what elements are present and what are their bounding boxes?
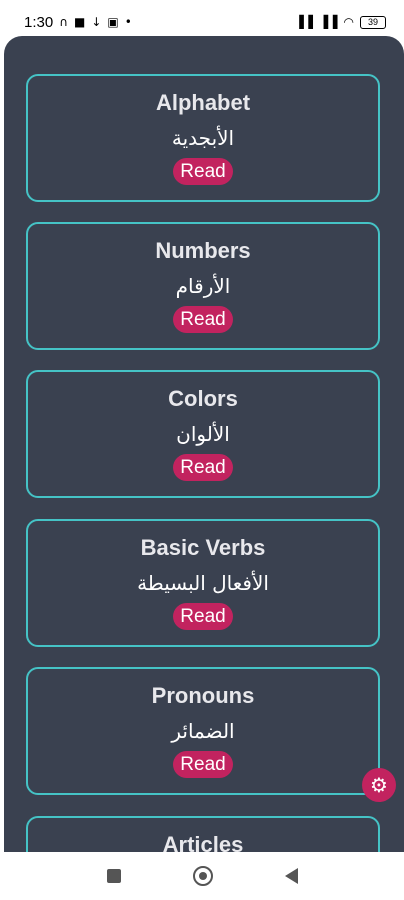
- read-button[interactable]: Read: [173, 306, 233, 333]
- card-title: Pronouns: [151, 683, 255, 708]
- back-icon[interactable]: [284, 868, 298, 884]
- read-button[interactable]: Read: [173, 454, 233, 481]
- card-title: Alphabet: [155, 90, 251, 115]
- trash-icon: ■: [74, 15, 86, 29]
- headset-icon: ∩: [59, 15, 68, 29]
- card-colors[interactable]: Colors الألوان Read: [26, 370, 380, 498]
- card-numbers[interactable]: Numbers الأرقام Read: [26, 222, 380, 350]
- home-dot: [198, 872, 207, 880]
- card-arabic-title: الألوان: [176, 422, 230, 446]
- card-title: Basic Verbs: [140, 535, 266, 560]
- status-right: ▐▐ ▐▐ ◠ 39: [294, 15, 386, 29]
- status-time: 1:30: [24, 13, 54, 31]
- signal-icon-2: ▐▐: [319, 15, 338, 29]
- read-button[interactable]: Read: [173, 603, 233, 630]
- battery-icon: 39: [360, 15, 386, 29]
- card-pronouns[interactable]: Pronouns الضمائر Read: [26, 667, 380, 795]
- signal-icon: ▐▐: [294, 15, 314, 29]
- status-left: 1:30 ∩ ■ ↓ ▣ •: [24, 14, 132, 31]
- gear-icon: ⚙: [370, 773, 388, 797]
- read-button[interactable]: Read: [173, 158, 233, 185]
- navigation-bar: [0, 852, 404, 900]
- card-arabic-title: الأبجدية: [171, 126, 235, 150]
- read-button[interactable]: Read: [173, 751, 233, 778]
- recent-apps-icon[interactable]: [106, 869, 121, 883]
- card-arabic-title: الأفعال البسيطة: [137, 571, 269, 595]
- calendar-icon: ▣: [107, 15, 119, 29]
- settings-button[interactable]: ⚙: [362, 768, 396, 802]
- card-basic-verbs[interactable]: Basic Verbs الأفعال البسيطة Read: [26, 519, 380, 647]
- card-title: Numbers: [155, 238, 251, 263]
- card-articles[interactable]: Articles: [26, 816, 380, 852]
- home-icon[interactable]: [192, 866, 213, 886]
- dot-icon: •: [124, 15, 132, 29]
- card-title: Colors: [168, 386, 238, 411]
- card-arabic-title: الأرقام: [175, 274, 231, 298]
- card-title: Articles: [162, 832, 244, 853]
- card-alphabet[interactable]: Alphabet الأبجدية Read: [26, 74, 380, 202]
- wifi-icon: ◠: [343, 15, 354, 29]
- main-panel: Alphabet الأبجدية Read Numbers الأرقام R…: [4, 36, 404, 852]
- download-icon: ↓: [91, 15, 102, 29]
- card-arabic-title: الضمائر: [171, 719, 235, 743]
